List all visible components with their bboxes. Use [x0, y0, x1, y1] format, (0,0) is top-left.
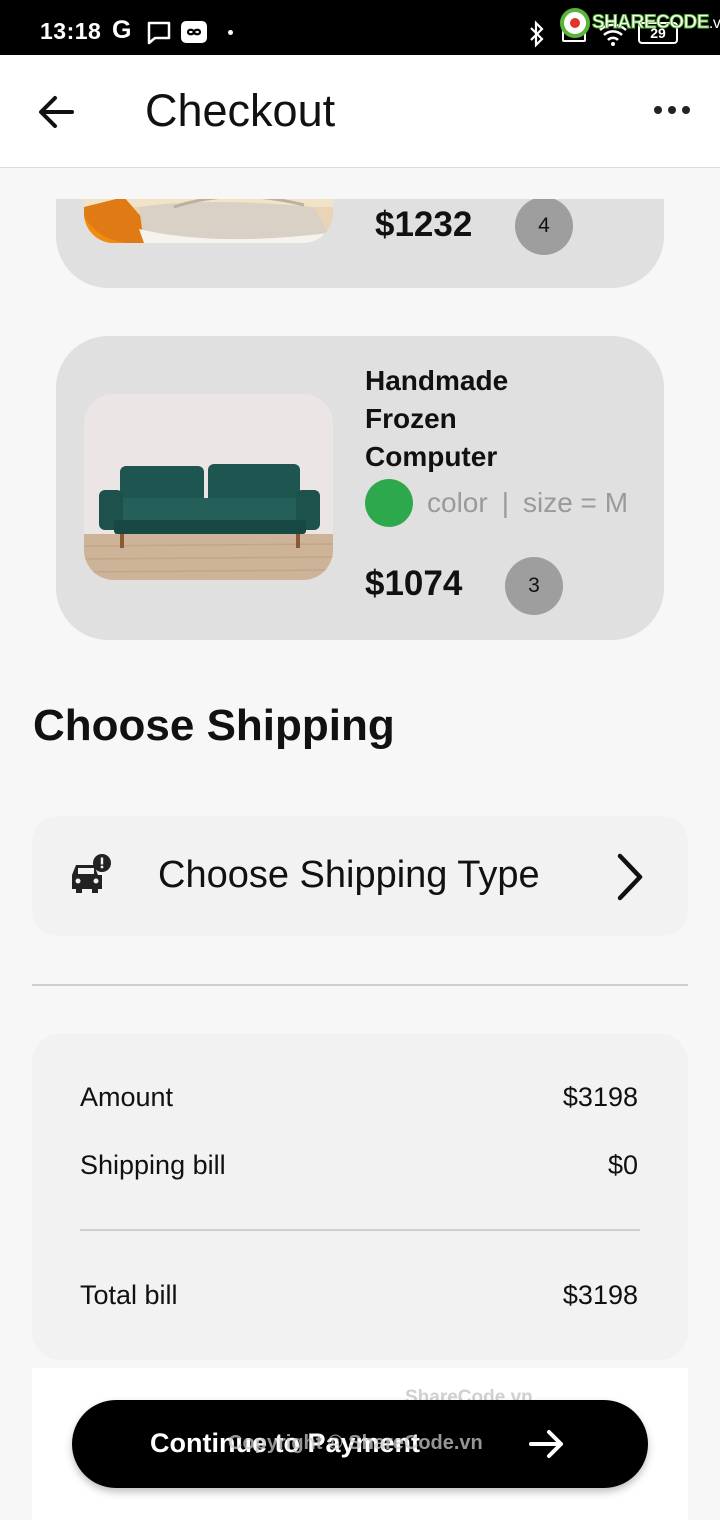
arrow-right-icon: [529, 1430, 563, 1458]
amount-label: Amount: [80, 1082, 174, 1112]
total-bill-row: Total bill $3198: [80, 1280, 638, 1311]
cart-item-card[interactable]: $1232 4: [56, 199, 664, 288]
app-bar: Checkout: [0, 55, 720, 168]
sharecode-logo: SHARECODE.vn: [560, 6, 720, 40]
choose-shipping-type-button[interactable]: Choose Shipping Type: [32, 816, 688, 936]
sharecode-logo-mark: [560, 8, 590, 38]
logo-suffix: .vn: [708, 15, 720, 32]
checkout-content[interactable]: $1232 4 Handmade Frozen Computer color |…: [0, 199, 720, 1520]
notification-dot-icon: [228, 30, 233, 35]
quantity-badge: 4: [515, 199, 573, 255]
shipping-type-label: Choose Shipping Type: [158, 854, 540, 896]
logo-text: SHARECODE: [592, 12, 710, 34]
status-time: 13:18: [40, 18, 102, 44]
bill-divider: [80, 1229, 640, 1231]
infinity-icon: [181, 21, 207, 43]
item-name: Handmade Frozen Computer: [365, 365, 509, 472]
chevron-right-icon: [617, 853, 643, 901]
shipping-section-title: Choose Shipping: [33, 701, 395, 750]
variant-separator: |: [501, 487, 509, 518]
item-variant: color | size = M: [365, 479, 628, 527]
cart-item-card[interactable]: Handmade Frozen Computer color | size = …: [56, 336, 664, 640]
item-price: $1232: [375, 205, 473, 244]
car-alert-icon: [72, 854, 111, 893]
shipping-bill-value: $0: [607, 1150, 638, 1180]
green-sofa-photo: [84, 394, 333, 580]
bluetooth-icon: [530, 20, 544, 48]
color-swatch: [365, 479, 413, 527]
size-label: size = M: [522, 487, 629, 518]
amount-row: Amount $3198: [80, 1082, 638, 1113]
shipping-bill-row: Shipping bill $0: [80, 1150, 638, 1181]
page-title: Checkout: [145, 85, 336, 136]
total-bill-value: $3198: [562, 1280, 638, 1310]
amount-value: $3198: [562, 1082, 638, 1112]
section-divider: [32, 984, 688, 986]
shipping-bill-label: Shipping bill: [80, 1150, 226, 1180]
shoe-photo: [84, 199, 333, 243]
google-icon: G: [112, 16, 132, 44]
item-price: $1074: [365, 564, 463, 603]
total-bill-label: Total bill: [80, 1280, 178, 1310]
color-label: color: [427, 487, 488, 518]
arrow-left-icon[interactable]: [34, 89, 80, 135]
message-icon: [147, 21, 171, 45]
copyright-watermark: Copyright © ShareCode.vn: [228, 1432, 483, 1454]
bill-summary: Amount $3198 Shipping bill $0 Total bill…: [32, 1034, 688, 1360]
status-bar: 13:18 G 29 SHARECODE.vn: [0, 0, 720, 55]
quantity-badge: 3: [505, 557, 563, 615]
continue-to-payment-button[interactable]: Continue to Payment Copyright © ShareCod…: [72, 1400, 648, 1488]
more-horizontal-icon[interactable]: [650, 100, 694, 120]
